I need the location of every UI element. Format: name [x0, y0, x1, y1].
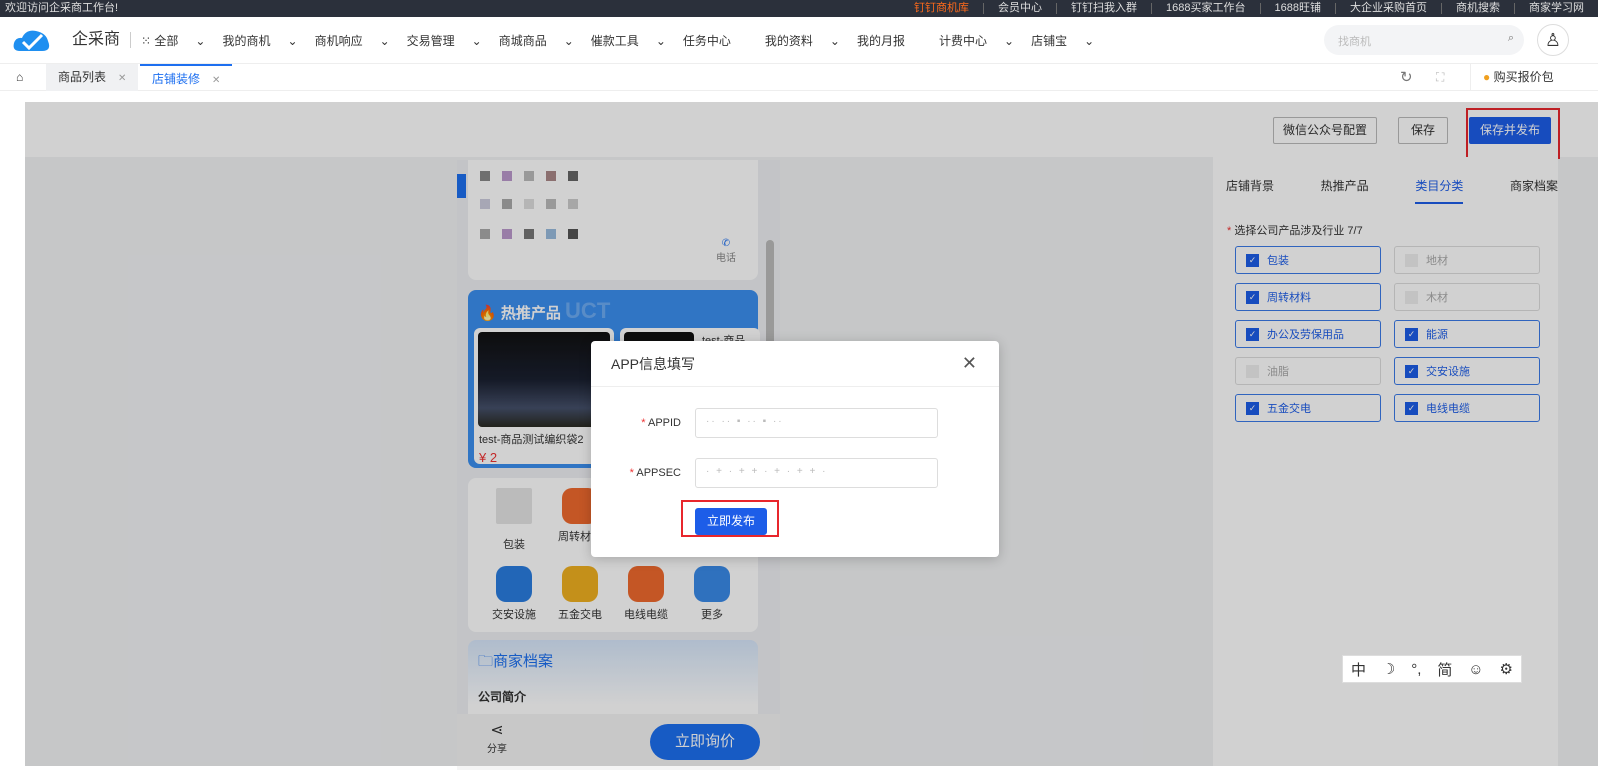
nav-item[interactable]: 我的月报 — [857, 32, 922, 49]
fullscreen-icon[interactable]: ⛶ — [1424, 64, 1456, 91]
nav-item[interactable]: 催款工具 ⌄ — [591, 32, 666, 49]
top-link[interactable]: 钉钉商机库 — [900, 3, 983, 14]
appid-input[interactable]: ·· ·· ▪ ·· ▪ ·· — [695, 408, 938, 438]
user-avatar-icon[interactable]: ♙ — [1537, 24, 1569, 56]
nav-item[interactable]: 店铺宝 ⌄ — [1031, 32, 1094, 49]
emoji-icon[interactable]: ☺ — [1468, 661, 1483, 678]
top-link[interactable]: 1688旺铺 — [1259, 3, 1335, 14]
search-icon[interactable]: ⌕ — [1508, 32, 1514, 45]
nav-item[interactable]: 商城商品 ⌄ — [499, 32, 574, 49]
close-icon[interactable]: ✕ — [962, 353, 977, 374]
buy-quote-pack-link[interactable]: ● 购买报价包 — [1470, 64, 1566, 91]
gear-icon[interactable]: ⚙ — [1500, 660, 1513, 678]
app-info-dialog: APP信息填写 ✕ * APPID ·· ·· ▪ ·· ▪ ·· * APPS… — [591, 341, 999, 557]
top-link[interactable]: 1688买家工作台 — [1151, 3, 1259, 14]
top-link[interactable]: 商家学习网 — [1514, 3, 1598, 14]
refresh-icon[interactable]: ↻ — [1388, 64, 1425, 91]
tab-store-decoration[interactable]: 店铺装修 ✕ — [140, 64, 233, 91]
ime-lang[interactable]: 中 — [1351, 659, 1366, 680]
top-link[interactable]: 商机搜索 — [1441, 3, 1514, 14]
dialog-title: APP信息填写 — [591, 341, 999, 387]
top-links: 钉钉商机库 会员中心 钉钉扫我入群 1688买家工作台 1688旺铺 大企业采购… — [900, 0, 1598, 14]
top-link[interactable]: 钉钉扫我入群 — [1056, 3, 1151, 14]
punctuation-icon[interactable]: °, — [1411, 661, 1421, 678]
nav-item[interactable]: 计费中心 ⌄ — [939, 32, 1014, 49]
nav-item[interactable]: 任务中心 — [683, 32, 748, 49]
tab-bar: ⌂ 商品列表 ✕ 店铺装修 ✕ ↻ ⛶ ● 购买报价包 — [0, 64, 1598, 91]
nav-item[interactable]: 我的资料 ⌄ — [765, 32, 840, 49]
ime-simplified[interactable]: 简 — [1437, 659, 1452, 680]
nav-item[interactable]: ⁙ 全部 ⌄ — [141, 32, 205, 49]
money-bag-icon: ● — [1483, 70, 1491, 84]
brand-name: 企采商 — [72, 32, 132, 48]
welcome-text: 欢迎访问企采商工作台! — [5, 2, 119, 14]
appsec-input[interactable]: · + · + + · + · + + · — [695, 458, 938, 488]
main-nav: 企采商 ⁙ 全部 ⌄ 我的商机 ⌄ 商机响应 ⌄ 交易管理 ⌄ 商城商品 ⌄ 催款工具 ⌄ … — [0, 17, 1598, 64]
top-link[interactable]: 大企业采购首页 — [1335, 3, 1441, 14]
search-input[interactable]: 找商机 ⌕ — [1324, 25, 1524, 55]
home-icon[interactable]: ⌂ — [4, 64, 35, 91]
top-bar: 欢迎访问企采商工作台! 钉钉商机库 会员中心 钉钉扫我入群 1688买家工作台 … — [0, 0, 1598, 17]
close-icon: ✕ — [212, 75, 221, 86]
tab-product-list[interactable]: 商品列表 ✕ — [46, 64, 139, 91]
ime-toolbar: 中 ☽ °, 简 ☺ ⚙ — [1342, 655, 1522, 683]
top-link[interactable]: 会员中心 — [983, 3, 1056, 14]
appsec-label: * APPSEC — [629, 467, 681, 479]
moon-icon[interactable]: ☽ — [1382, 660, 1395, 678]
nav-menu: ⁙ 全部 ⌄ 我的商机 ⌄ 商机响应 ⌄ 交易管理 ⌄ 商城商品 ⌄ 催款工具 ⌄ 任务中心… — [141, 32, 1111, 49]
nav-item[interactable]: 商机响应 ⌄ — [315, 32, 390, 49]
nav-item[interactable]: 交易管理 ⌄ — [407, 32, 482, 49]
close-icon: ✕ — [118, 73, 127, 84]
highlight-box — [681, 500, 779, 537]
nav-item[interactable]: 我的商机 ⌄ — [222, 32, 297, 49]
logo-icon[interactable] — [12, 27, 52, 53]
appid-label: * APPID — [641, 417, 681, 429]
